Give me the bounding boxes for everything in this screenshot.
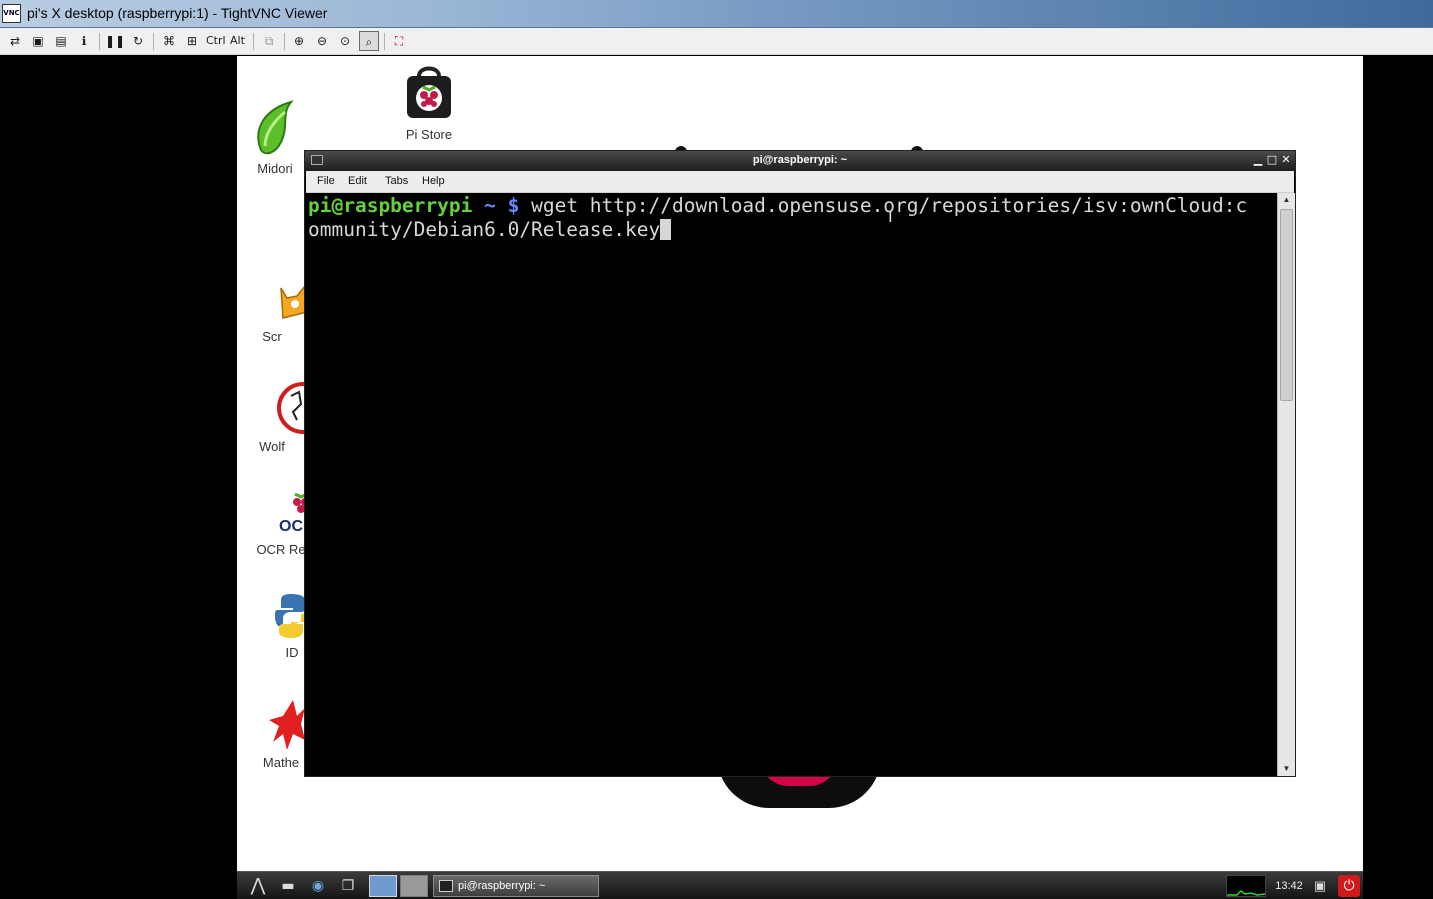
maximize-icon[interactable]: □ bbox=[1265, 153, 1279, 167]
desktop-icon-scratch[interactable]: Scr bbox=[262, 282, 308, 344]
prompt-user: pi@raspberrypi bbox=[308, 194, 473, 217]
mathematica-icon bbox=[269, 700, 305, 750]
scroll-down-icon[interactable]: ▼ bbox=[1278, 762, 1295, 776]
viewer-titlebar[interactable]: VNC pi's X desktop (raspberrypi:1) - Tig… bbox=[0, 0, 1433, 28]
toolbar-divider bbox=[253, 33, 254, 50]
toolbar-divider bbox=[99, 33, 100, 50]
desktop-icon-wolfram[interactable]: Wolf bbox=[259, 382, 329, 454]
taskbar: ⋀ ▬ ◉ ❐ pi@raspberrypi: ~ 13:42 ▣ ⏻ bbox=[237, 871, 1363, 899]
terminal-menubar: File Edit Tabs Help bbox=[306, 171, 1294, 193]
vnc-app-icon: VNC bbox=[2, 4, 21, 23]
fullscreen-icon[interactable]: ⛶ bbox=[389, 31, 409, 51]
close-icon[interactable]: ✕ bbox=[1279, 153, 1293, 167]
browser-launcher-icon[interactable]: ◉ bbox=[307, 875, 329, 897]
alt-key-button[interactable]: Alt bbox=[230, 31, 245, 51]
scroll-up-icon[interactable]: ▲ bbox=[1278, 193, 1295, 207]
desktop-icon-pi-store[interactable]: Pi Store bbox=[403, 66, 455, 142]
terminal-launcher-icon[interactable]: ▬ bbox=[277, 875, 299, 897]
pi-store-icon bbox=[407, 66, 451, 118]
desktop-icon-label: Mathe bbox=[262, 755, 300, 770]
minimize-icon[interactable]: ▁ bbox=[1251, 153, 1265, 167]
taskbar-terminal-task[interactable]: pi@raspberrypi: ~ bbox=[433, 875, 599, 897]
zoom-fit-icon[interactable]: ⌕ bbox=[359, 31, 379, 51]
show-desktop-icon[interactable]: ❐ bbox=[337, 875, 359, 897]
network-icon[interactable]: ▣ bbox=[1309, 875, 1331, 897]
clipboard-icon[interactable]: ⧉ bbox=[259, 31, 279, 51]
ocr-logo-text: OC bbox=[279, 518, 303, 535]
desktop-icon-label: Scr bbox=[262, 329, 282, 344]
terminal-scrollbar[interactable]: ▲ ▼ bbox=[1277, 193, 1295, 776]
zoom-in-icon[interactable]: ⊕ bbox=[289, 31, 309, 51]
scrollbar-thumb[interactable] bbox=[1280, 209, 1293, 401]
prompt-path: ~ $ bbox=[484, 194, 520, 217]
new-connection-icon[interactable]: ⇄ bbox=[5, 31, 25, 51]
start-menu-icon[interactable]: ⋀ bbox=[243, 875, 273, 897]
ctrl-esc-icon[interactable]: ⊞ bbox=[182, 31, 202, 51]
toolbar-divider bbox=[153, 33, 154, 50]
power-icon[interactable]: ⏻ bbox=[1338, 875, 1360, 897]
desktop-icon-label: Pi Store bbox=[405, 127, 453, 142]
refresh-icon[interactable]: ↻ bbox=[128, 31, 148, 51]
terminal-line: ommunity/Debian6.0/Release.key bbox=[308, 218, 1277, 242]
zoom-100-icon[interactable]: ⊙ bbox=[335, 31, 355, 51]
menu-file[interactable]: File bbox=[317, 175, 335, 187]
command-text: ommunity/Debian6.0/Release.key bbox=[308, 218, 661, 241]
terminal-window[interactable]: pi@raspberrypi: ~ ▁ □ ✕ File Edit Tabs H… bbox=[304, 150, 1296, 777]
desktop-icon-label: ID bbox=[285, 645, 299, 660]
terminal-task-icon bbox=[439, 880, 453, 892]
zoom-out-icon[interactable]: ⊖ bbox=[312, 31, 332, 51]
desktop-icon-ocr[interactable]: OC OCR Re bbox=[251, 488, 311, 557]
desktop-icon-mathematica[interactable]: Mathe bbox=[257, 698, 305, 770]
wolfram-icon bbox=[277, 382, 329, 434]
python-icon bbox=[274, 594, 308, 638]
taskbar-task-label: pi@raspberrypi: ~ bbox=[458, 880, 546, 892]
viewer-toolbar: ⇄ ▣ ▤ ℹ ❚❚ ↻ ⌘ ⊞ Ctrl Alt ⧉ ⊕ ⊖ ⊙ ⌕ ⛶ bbox=[0, 28, 1433, 55]
toolbar-divider bbox=[384, 33, 385, 50]
terminal-output[interactable]: pi@raspberrypi ~ $ wget http://download.… bbox=[306, 193, 1277, 776]
info-icon[interactable]: ℹ bbox=[74, 31, 94, 51]
scratch-cat-icon bbox=[280, 284, 308, 319]
save-icon[interactable]: ▣ bbox=[28, 31, 48, 51]
terminal-title: pi@raspberrypi: ~ bbox=[752, 154, 848, 166]
text-cursor bbox=[660, 219, 672, 240]
ocr-icon: OC bbox=[251, 488, 311, 540]
cpu-graph-icon bbox=[1227, 890, 1266, 896]
desktop-icon-label: OCR Re bbox=[256, 542, 306, 557]
options-icon[interactable]: ▤ bbox=[51, 31, 71, 51]
ctrl-key-button[interactable]: Ctrl bbox=[206, 31, 226, 51]
midori-icon bbox=[257, 100, 294, 155]
pause-icon[interactable]: ❚❚ bbox=[105, 31, 125, 51]
terminal-titlebar[interactable]: pi@raspberrypi: ~ ▁ □ ✕ bbox=[305, 151, 1295, 171]
desktop-pager-1[interactable] bbox=[369, 875, 397, 897]
desktop-icon-label: Midori bbox=[257, 161, 293, 176]
ibeam-cursor-icon: I bbox=[888, 207, 893, 226]
desktop-icon-label: Wolf bbox=[259, 439, 285, 454]
toolbar-divider bbox=[284, 33, 285, 50]
ctrl-alt-del-icon[interactable]: ⌘ bbox=[159, 31, 179, 51]
menu-help[interactable]: Help bbox=[422, 175, 445, 187]
menu-edit[interactable]: Edit bbox=[348, 175, 367, 187]
terminal-line: pi@raspberrypi ~ $ wget http://download.… bbox=[308, 194, 1277, 218]
menu-tabs[interactable]: Tabs bbox=[385, 175, 408, 187]
desktop-icon-midori[interactable]: Midori bbox=[251, 100, 299, 176]
desktop-pager-2[interactable] bbox=[400, 875, 428, 897]
window-title: pi's X desktop (raspberrypi:1) - TightVN… bbox=[27, 5, 328, 21]
remote-desktop[interactable]: Midori Pi Store Scr Wolf OC OCR Re ID Ma… bbox=[237, 56, 1363, 899]
desktop-icon-idle[interactable]: ID bbox=[274, 592, 308, 660]
clock[interactable]: 13:42 bbox=[1271, 875, 1307, 897]
cpu-monitor bbox=[1226, 875, 1266, 897]
